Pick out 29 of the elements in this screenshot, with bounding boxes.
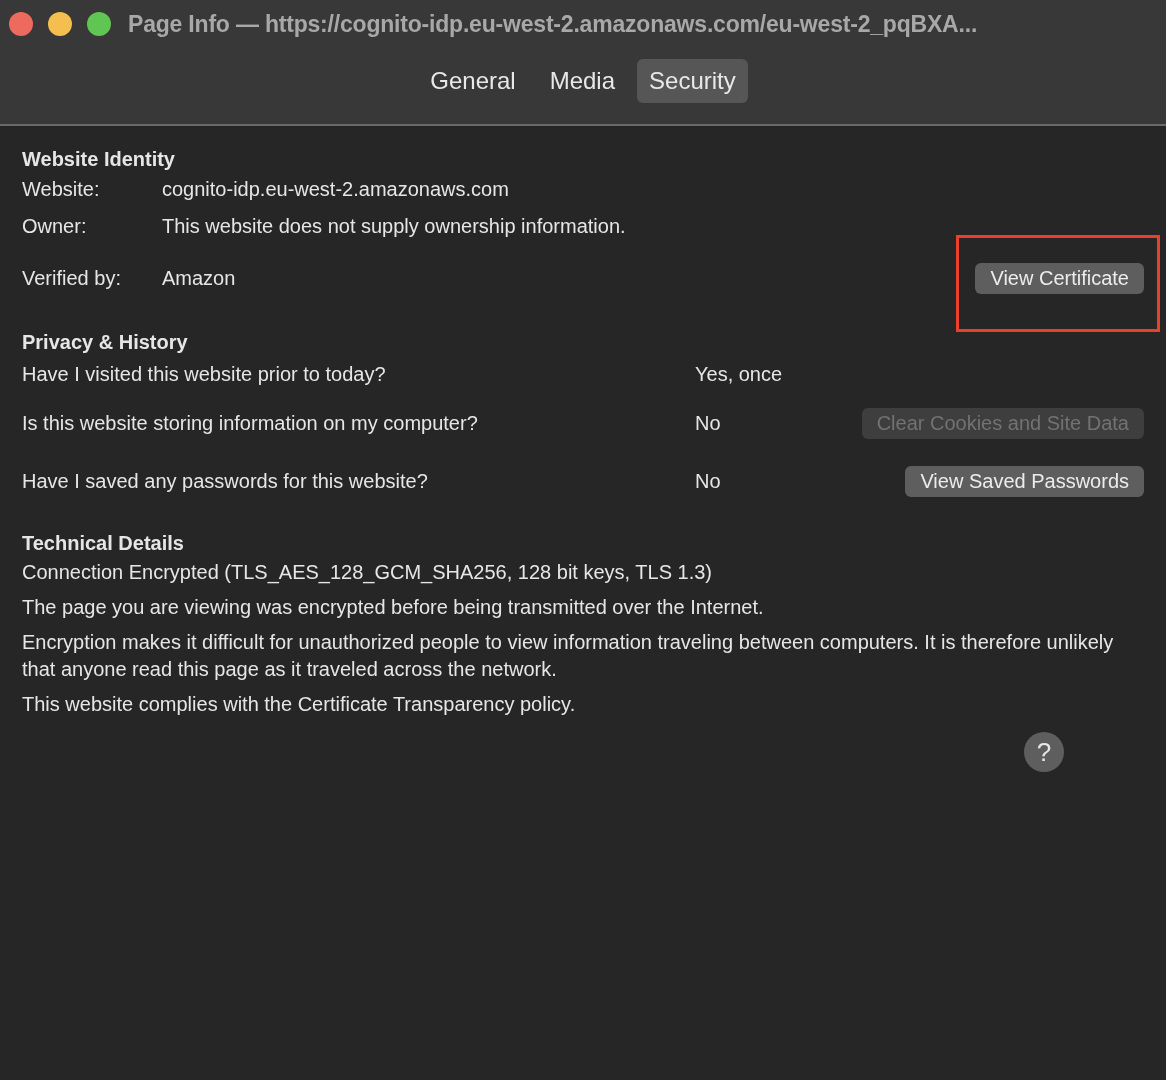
- field-label: Verified by:: [22, 266, 122, 290]
- paragraph: This website complies with the Certificate Transparency policy.: [22, 692, 577, 717]
- answer-text: Yes, once: [695, 362, 784, 386]
- close-icon[interactable]: [9, 12, 33, 36]
- zoom-icon[interactable]: [87, 12, 111, 36]
- question-text: Is this website storing information on my computer?: [22, 411, 479, 435]
- answer-text: No: [695, 411, 722, 435]
- paragraph: The page you are viewing was encrypted before being transmitted over the Internet.: [22, 595, 765, 620]
- question-text: Have I visited this website prior to today?: [22, 362, 387, 386]
- tab[interactable]: Security: [637, 59, 748, 103]
- tab[interactable]: General: [418, 59, 528, 103]
- paragraph: Encryption makes it difficult for unauthorized people to view information traveling between computers. It is therefore unlikely that anyone read this page as it traveled across the network.: [22, 630, 1115, 682]
- window-title: Page Info — https://cognito-idp.eu-west-2.amazonaws.com/eu-west-2_pqBXA...: [128, 10, 978, 38]
- section-heading: Technical Details: [22, 532, 185, 555]
- section-heading: Privacy & History: [22, 331, 189, 354]
- field-value: cognito-idp.eu-west-2.amazonaws.com: [162, 178, 510, 201]
- field-value: Amazon: [162, 266, 237, 290]
- paragraph: Connection Encrypted (TLS_AES_128_GCM_SHA256, 128 bit keys, TLS 1.3): [22, 560, 713, 586]
- question-text: Have I saved any passwords for this website?: [22, 469, 429, 493]
- section-heading: Website Identity: [22, 148, 176, 171]
- action-button[interactable]: View Saved Passwords: [905, 465, 1144, 497]
- field-label: Owner:: [22, 215, 88, 238]
- help-button[interactable]: ?: [1024, 732, 1064, 772]
- action-button[interactable]: View Certificate: [975, 262, 1144, 294]
- answer-text: No: [695, 469, 722, 493]
- tab[interactable]: Media: [537, 59, 628, 103]
- minimize-icon[interactable]: [48, 12, 72, 36]
- field-label: Website:: [22, 178, 101, 201]
- field-value: This website does not supply ownership information.: [162, 215, 627, 238]
